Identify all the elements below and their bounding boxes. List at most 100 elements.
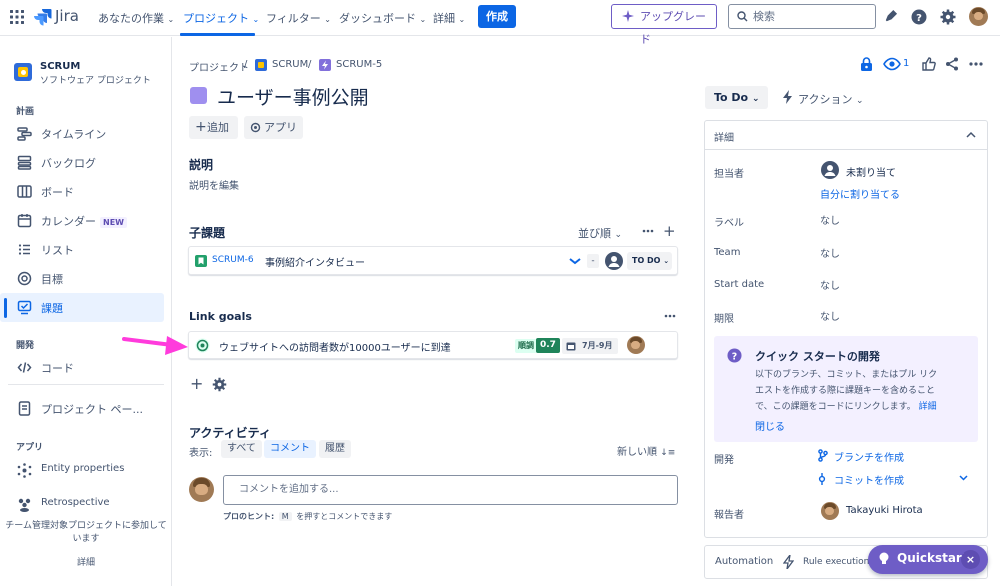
apps-cog-icon[interactable] [212,377,227,392]
lightbulb-icon [879,552,889,566]
issues-icon [17,300,32,315]
calendar-icon [17,213,32,228]
breadcrumb-separator-2: / [308,59,312,70]
notifications-icon[interactable] [883,9,898,24]
labels-value[interactable]: なし [820,212,840,227]
subtask-key[interactable]: SCRUM-6 [212,255,254,265]
start-date-value[interactable]: なし [820,277,840,292]
epic-lightning-icon [319,59,331,71]
sidebar-divider [8,384,164,385]
goal-row[interactable]: ウェブサイトへの訪問者数が10000ユーザーに到達 順調 0.7 7月-9月 [188,331,678,359]
annotation-arrow-icon [122,329,188,359]
sidebar-item-goals[interactable]: 目標 [0,264,164,293]
goal-score-badge: 0.7 [536,338,560,353]
assignee-label: 担当者 [714,169,744,180]
apps-button[interactable]: アプリ [244,116,303,139]
issue-title[interactable]: ユーザー事例公開 [217,83,369,110]
quickstart-button[interactable]: Quickstart × [868,545,988,574]
quickstart-close-icon[interactable]: × [961,550,980,569]
commit-icon [817,473,827,485]
actions-dropdown[interactable]: アクション ⌄ [798,91,864,107]
sidebar-item-retrospective[interactable]: Retrospective [0,490,164,519]
breadcrumb-project[interactable]: SCRUM [272,59,308,70]
breadcrumb-projects[interactable]: プロジェクト [189,59,249,74]
quickstart-close-link[interactable]: 閉じる [755,418,785,433]
nav-dashboards[interactable]: ダッシュボード ⌄ [339,10,426,26]
jira-wordmark[interactable]: Jira [55,7,79,25]
subtask-status-dropdown[interactable]: TO DO ⌄ [627,252,672,270]
sidebar-item-project-page[interactable]: プロジェクト ペー... [0,394,164,423]
sidebar-item-board[interactable]: ボード [0,177,164,206]
subtask-sort-button[interactable]: 並び順 ⌄ [578,225,622,241]
upgrade-button[interactable]: アップグレード [611,4,717,46]
breadcrumb-issue[interactable]: SCRUM-5 [336,59,382,70]
details-header[interactable]: 詳細 [704,120,988,150]
search-input[interactable]: 検索 [728,4,876,29]
goal-summary[interactable]: ウェブサイトへの訪問者数が10000ユーザーに到達 [219,339,451,354]
backlog-icon [17,155,32,170]
sidebar-item-backlog[interactable]: バックログ [0,148,164,177]
app-switcher-icon[interactable] [10,10,24,24]
development-label: 開発 [714,455,734,466]
nav-projects[interactable]: プロジェクト ⌄ [183,10,259,26]
search-icon [737,11,748,22]
jira-logo[interactable] [34,8,52,26]
chevron-up-icon[interactable] [966,131,976,138]
due-date-value[interactable]: なし [820,308,840,323]
retrospective-icon [17,497,32,512]
sidebar-project-name[interactable]: SCRUM [40,61,80,72]
watch-eye-icon[interactable] [883,57,901,71]
nav-more[interactable]: 詳細 ⌄ [433,10,465,26]
goals-more-icon[interactable] [664,314,676,318]
activity-tab-all[interactable]: すべて [221,440,262,458]
activity-sort-button[interactable]: 新しい順 ↓≡ [617,443,675,458]
activity-show-label: 表示: [189,448,213,459]
sidebar-item-calendar[interactable]: カレンダー NEW [0,206,164,235]
lock-icon[interactable] [860,57,873,72]
priority-medium-icon[interactable] [569,257,581,265]
share-icon[interactable] [945,57,959,71]
activity-heading: アクティビティ [189,426,271,440]
subtask-summary[interactable]: 事例紹介インタビュー [265,254,365,269]
nav-active-indicator [180,33,255,36]
more-actions-icon[interactable] [969,62,983,66]
goal-owner-avatar[interactable] [627,336,645,354]
activity-tab-comments[interactable]: コメント [264,440,316,458]
description-heading: 説明 [189,158,214,172]
sidebar-item-timeline[interactable]: タイムライン [0,119,164,148]
description-placeholder[interactable]: 説明を編集 [189,177,239,192]
sidebar-footer-link[interactable]: 詳細 [0,555,172,568]
automation-label: Automation [715,556,774,567]
dev-chevron-down-icon[interactable] [959,475,968,481]
sidebar-item-issues[interactable]: 課題 [0,293,164,322]
create-commit-link[interactable]: コミットを作成 [834,472,904,487]
status-dropdown[interactable]: To Do ⌄ [705,86,768,109]
assign-to-me-link[interactable]: 自分に割り当てる [820,186,900,201]
add-button[interactable]: + 追加 [189,116,238,139]
reporter-value[interactable]: Takayuki Hirota [846,505,923,516]
nav-your-work[interactable]: あなたの作業 ⌄ [98,10,174,26]
settings-gear-icon[interactable] [940,9,956,25]
subtask-row[interactable]: SCRUM-6 事例紹介インタビュー - TO DO ⌄ [188,246,678,275]
sidebar-item-list[interactable]: リスト [0,235,164,264]
create-button[interactable]: 作成 [478,5,516,28]
add-subtask-plus-icon[interactable]: + [663,222,676,240]
add-link-plus-icon[interactable]: + [190,374,203,393]
sidebar-item-entity-properties[interactable]: Entity properties [0,456,164,485]
quickstart-details-link[interactable]: 詳細 [919,402,937,412]
subtasks-heading: 子課題 [189,226,226,240]
activity-tab-history[interactable]: 履歴 [319,440,351,458]
comment-input[interactable]: コメントを追加する... [223,475,678,505]
vote-thumbs-up-icon[interactable] [922,57,936,71]
goals-heading: Link goals [189,310,252,323]
subtask-priority: - [587,254,599,268]
subtask-more-icon[interactable] [642,229,654,233]
help-icon[interactable]: ? [911,9,927,25]
assignee-value[interactable]: 未割り当て [846,164,896,179]
create-branch-link[interactable]: ブランチを作成 [834,449,904,464]
nav-filters[interactable]: フィルター ⌄ [266,10,331,26]
unassigned-avatar-icon[interactable] [605,252,623,270]
user-avatar[interactable] [969,7,988,26]
plus-icon: + [195,119,207,135]
team-value[interactable]: なし [820,245,840,260]
